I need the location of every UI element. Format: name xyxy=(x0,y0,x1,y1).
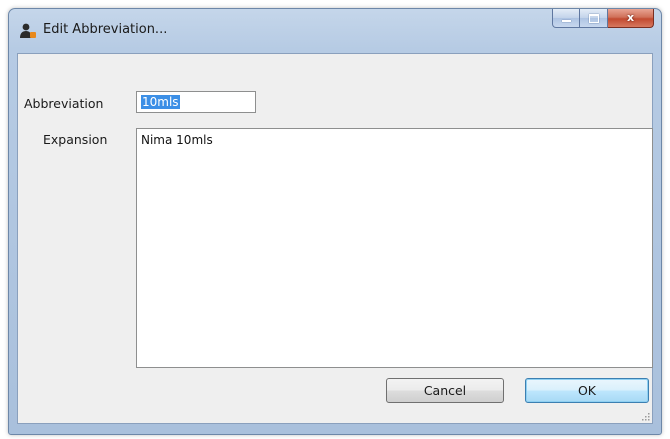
expansion-label: Expansion xyxy=(43,132,108,147)
expansion-value: Nima 10mls xyxy=(141,133,213,147)
edit-abbreviation-dialog: Edit Abbreviation... x Abbreviation 10ml… xyxy=(8,8,662,435)
window-title: Edit Abbreviation... xyxy=(43,22,168,37)
title-bar[interactable]: Edit Abbreviation... x xyxy=(9,9,661,53)
close-button[interactable]: x xyxy=(608,9,654,28)
dialog-content: Abbreviation 10mls Expansion Nima 10mls … xyxy=(17,53,653,424)
abbreviation-value-selected: 10mls xyxy=(141,95,180,109)
resize-grip-icon[interactable] xyxy=(640,411,650,421)
minimize-button[interactable] xyxy=(552,9,580,28)
minimize-icon xyxy=(562,20,571,22)
expansion-textarea[interactable]: Nima 10mls xyxy=(136,128,653,368)
app-person-icon xyxy=(20,23,36,38)
close-icon: x xyxy=(626,11,635,24)
caption-buttons: x xyxy=(552,9,654,29)
cancel-button[interactable]: Cancel xyxy=(386,378,504,403)
maximize-button[interactable] xyxy=(580,9,608,28)
ok-button[interactable]: OK xyxy=(525,378,649,403)
abbreviation-label: Abbreviation xyxy=(24,96,104,111)
abbreviation-input[interactable]: 10mls xyxy=(136,91,256,113)
maximize-icon xyxy=(589,14,599,23)
